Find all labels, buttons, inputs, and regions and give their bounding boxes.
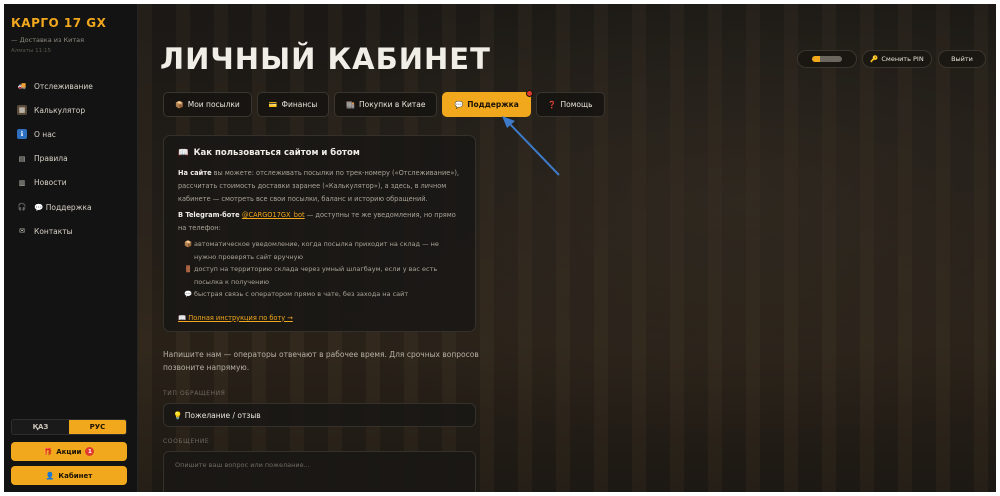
message-label: СООБЩЕНИЕ — [163, 438, 210, 445]
sidebar-item-label: О нас — [34, 129, 56, 139]
local-time: Алматы 11:15 — [11, 48, 51, 54]
request-type-select[interactable]: 💡 Пожелание / отзыв — [163, 403, 476, 427]
list-item-text: автоматическое уведомление, когда посылк… — [194, 240, 439, 261]
list-item: 🚪 доступ на территорию склада через умный… — [184, 263, 461, 288]
sidebar-item-calculator[interactable]: ▦ Калькулятор — [4, 98, 138, 122]
tab-label: Помощь — [560, 100, 593, 109]
gift-icon: 🎁 — [43, 447, 53, 456]
shop-icon: 🏬 — [346, 100, 355, 109]
list-item-text: доступ на территорию склада через умный … — [194, 265, 438, 286]
masked-user-id — [812, 56, 842, 62]
info-icon: ℹ — [17, 129, 27, 140]
tab-my-parcels[interactable]: 📦 Мои посылки — [163, 92, 252, 117]
tab-label: Мои посылки — [187, 100, 240, 109]
calculator-icon: ▦ — [17, 105, 27, 116]
support-intro-text: Напишите нам — операторы отвечают в рабо… — [163, 350, 479, 372]
question-icon: ❓ — [547, 100, 557, 109]
chat-icon: 💬 — [454, 100, 464, 109]
brand-logo[interactable]: КАРГО 17 GX — [11, 16, 106, 30]
sidebar-item-contacts[interactable]: ✉ Контакты — [4, 219, 138, 243]
tab-label: Поддержка — [467, 100, 519, 109]
change-pin-label: Сменить PIN — [881, 55, 924, 63]
tab-label: Финансы — [281, 100, 318, 109]
annotation-arrow — [502, 116, 560, 176]
site-usage-paragraph: На сайте вы можете: отслеживать посылки … — [178, 167, 461, 206]
key-icon: 🔑 — [870, 55, 879, 63]
sidebar-item-about[interactable]: ℹ О нас — [4, 122, 138, 146]
sidebar-item-rules[interactable]: ▤ Правила — [4, 147, 138, 171]
sidebar-item-label: Новости — [34, 178, 67, 188]
sidebar-nav: 🚚 Отслеживание ▦ Калькулятор ℹ О нас ▤ П… — [4, 74, 138, 243]
tab-finances[interactable]: 💳 Финансы — [256, 92, 330, 117]
promotions-label: Акции — [56, 447, 82, 456]
message-textarea[interactable] — [163, 451, 476, 492]
book-icon: 📖 — [178, 148, 189, 158]
bot-instructions-link[interactable]: 📖 Полная инструкция по боту → — [178, 314, 293, 322]
how-to-title-text: Как пользоваться сайтом и ботом — [193, 148, 360, 158]
chat-icon: 💬 — [184, 290, 193, 298]
tab-label: Покупки в Китае — [359, 100, 426, 109]
mail-icon: ✉ — [19, 227, 25, 236]
package-icon: 📦 — [184, 240, 193, 248]
main-content: ЛИЧНЫЙ КАБИНЕТ 🔑 Сменить PIN Выйти 📦 Мои… — [138, 4, 996, 492]
user-icon: 👤 — [45, 471, 55, 480]
package-icon: 📦 — [175, 100, 184, 109]
bot-bold-label: В Telegram-боте — [178, 211, 242, 219]
sidebar-item-label: Калькулятор — [34, 105, 86, 115]
sidebar-item-label: Контакты — [34, 226, 73, 236]
sidebar-item-support[interactable]: 🎧 💬 Поддержка — [4, 195, 138, 219]
lang-kz-button[interactable]: ҚАЗ — [12, 420, 69, 434]
headset-icon: 🎧 — [17, 203, 27, 212]
notification-dot — [525, 90, 533, 97]
site-usage-text: вы можете: отслеживать посылки по трек-н… — [178, 169, 460, 203]
document-icon: ▤ — [18, 154, 26, 163]
app-window: КАРГО 17 GX — Доставка из Китая Алматы 1… — [4, 4, 996, 492]
sidebar-item-label: Отслеживание — [34, 81, 93, 91]
sidebar-item-tracking[interactable]: 🚚 Отслеживание — [4, 74, 138, 98]
logout-button[interactable]: Выйти — [938, 50, 986, 68]
sidebar: КАРГО 17 GX — Доставка из Китая Алматы 1… — [4, 4, 138, 492]
language-switch: ҚАЗ РУС — [11, 419, 127, 435]
sidebar-item-label: 💬 Поддержка — [34, 202, 92, 212]
sidebar-item-news[interactable]: ▥ Новости — [4, 171, 138, 195]
bot-handle-link[interactable]: @CARGO17GX_bot — [242, 211, 305, 219]
promotions-count-badge: 1 — [85, 447, 95, 456]
cabinet-button[interactable]: 👤 Кабинет — [11, 466, 127, 485]
request-type-label: ТИП ОБРАЩЕНИЯ — [163, 390, 226, 397]
page-title: ЛИЧНЫЙ КАБИНЕТ — [160, 42, 491, 76]
brand-subtitle: — Доставка из Китая — [11, 36, 85, 44]
lang-ru-button[interactable]: РУС — [69, 420, 126, 434]
change-pin-button[interactable]: 🔑 Сменить PIN — [862, 50, 932, 68]
how-to-card: 📖 Как пользоваться сайтом и ботом На сай… — [163, 135, 476, 332]
list-item: 📦 автоматическое уведомление, когда посыл… — [184, 238, 461, 263]
sidebar-item-label: Правила — [34, 154, 68, 164]
list-item: 💬 быстрая связь с оператором прямо в чате… — [184, 288, 461, 301]
cabinet-label: Кабинет — [58, 471, 93, 480]
newspaper-icon: ▥ — [18, 178, 26, 187]
door-icon: 🚪 — [184, 265, 193, 273]
bot-features-list: 📦 автоматическое уведомление, когда посыл… — [184, 238, 461, 301]
promotions-button[interactable]: 🎁 Акции 1 — [11, 442, 127, 461]
list-item-text: быстрая связь с оператором прямо в чате,… — [194, 290, 409, 298]
truck-icon: 🚚 — [17, 82, 27, 91]
user-account-pill[interactable] — [797, 50, 857, 68]
site-bold-label: На сайте — [178, 169, 212, 177]
how-to-title: 📖 Как пользоваться сайтом и ботом — [178, 148, 461, 158]
bot-usage-paragraph: В Telegram-боте @CARGO17GX_bot — доступн… — [178, 209, 461, 235]
card-icon: 💳 — [268, 100, 278, 109]
tab-china-purchases[interactable]: 🏬 Покупки в Китае — [334, 92, 438, 117]
